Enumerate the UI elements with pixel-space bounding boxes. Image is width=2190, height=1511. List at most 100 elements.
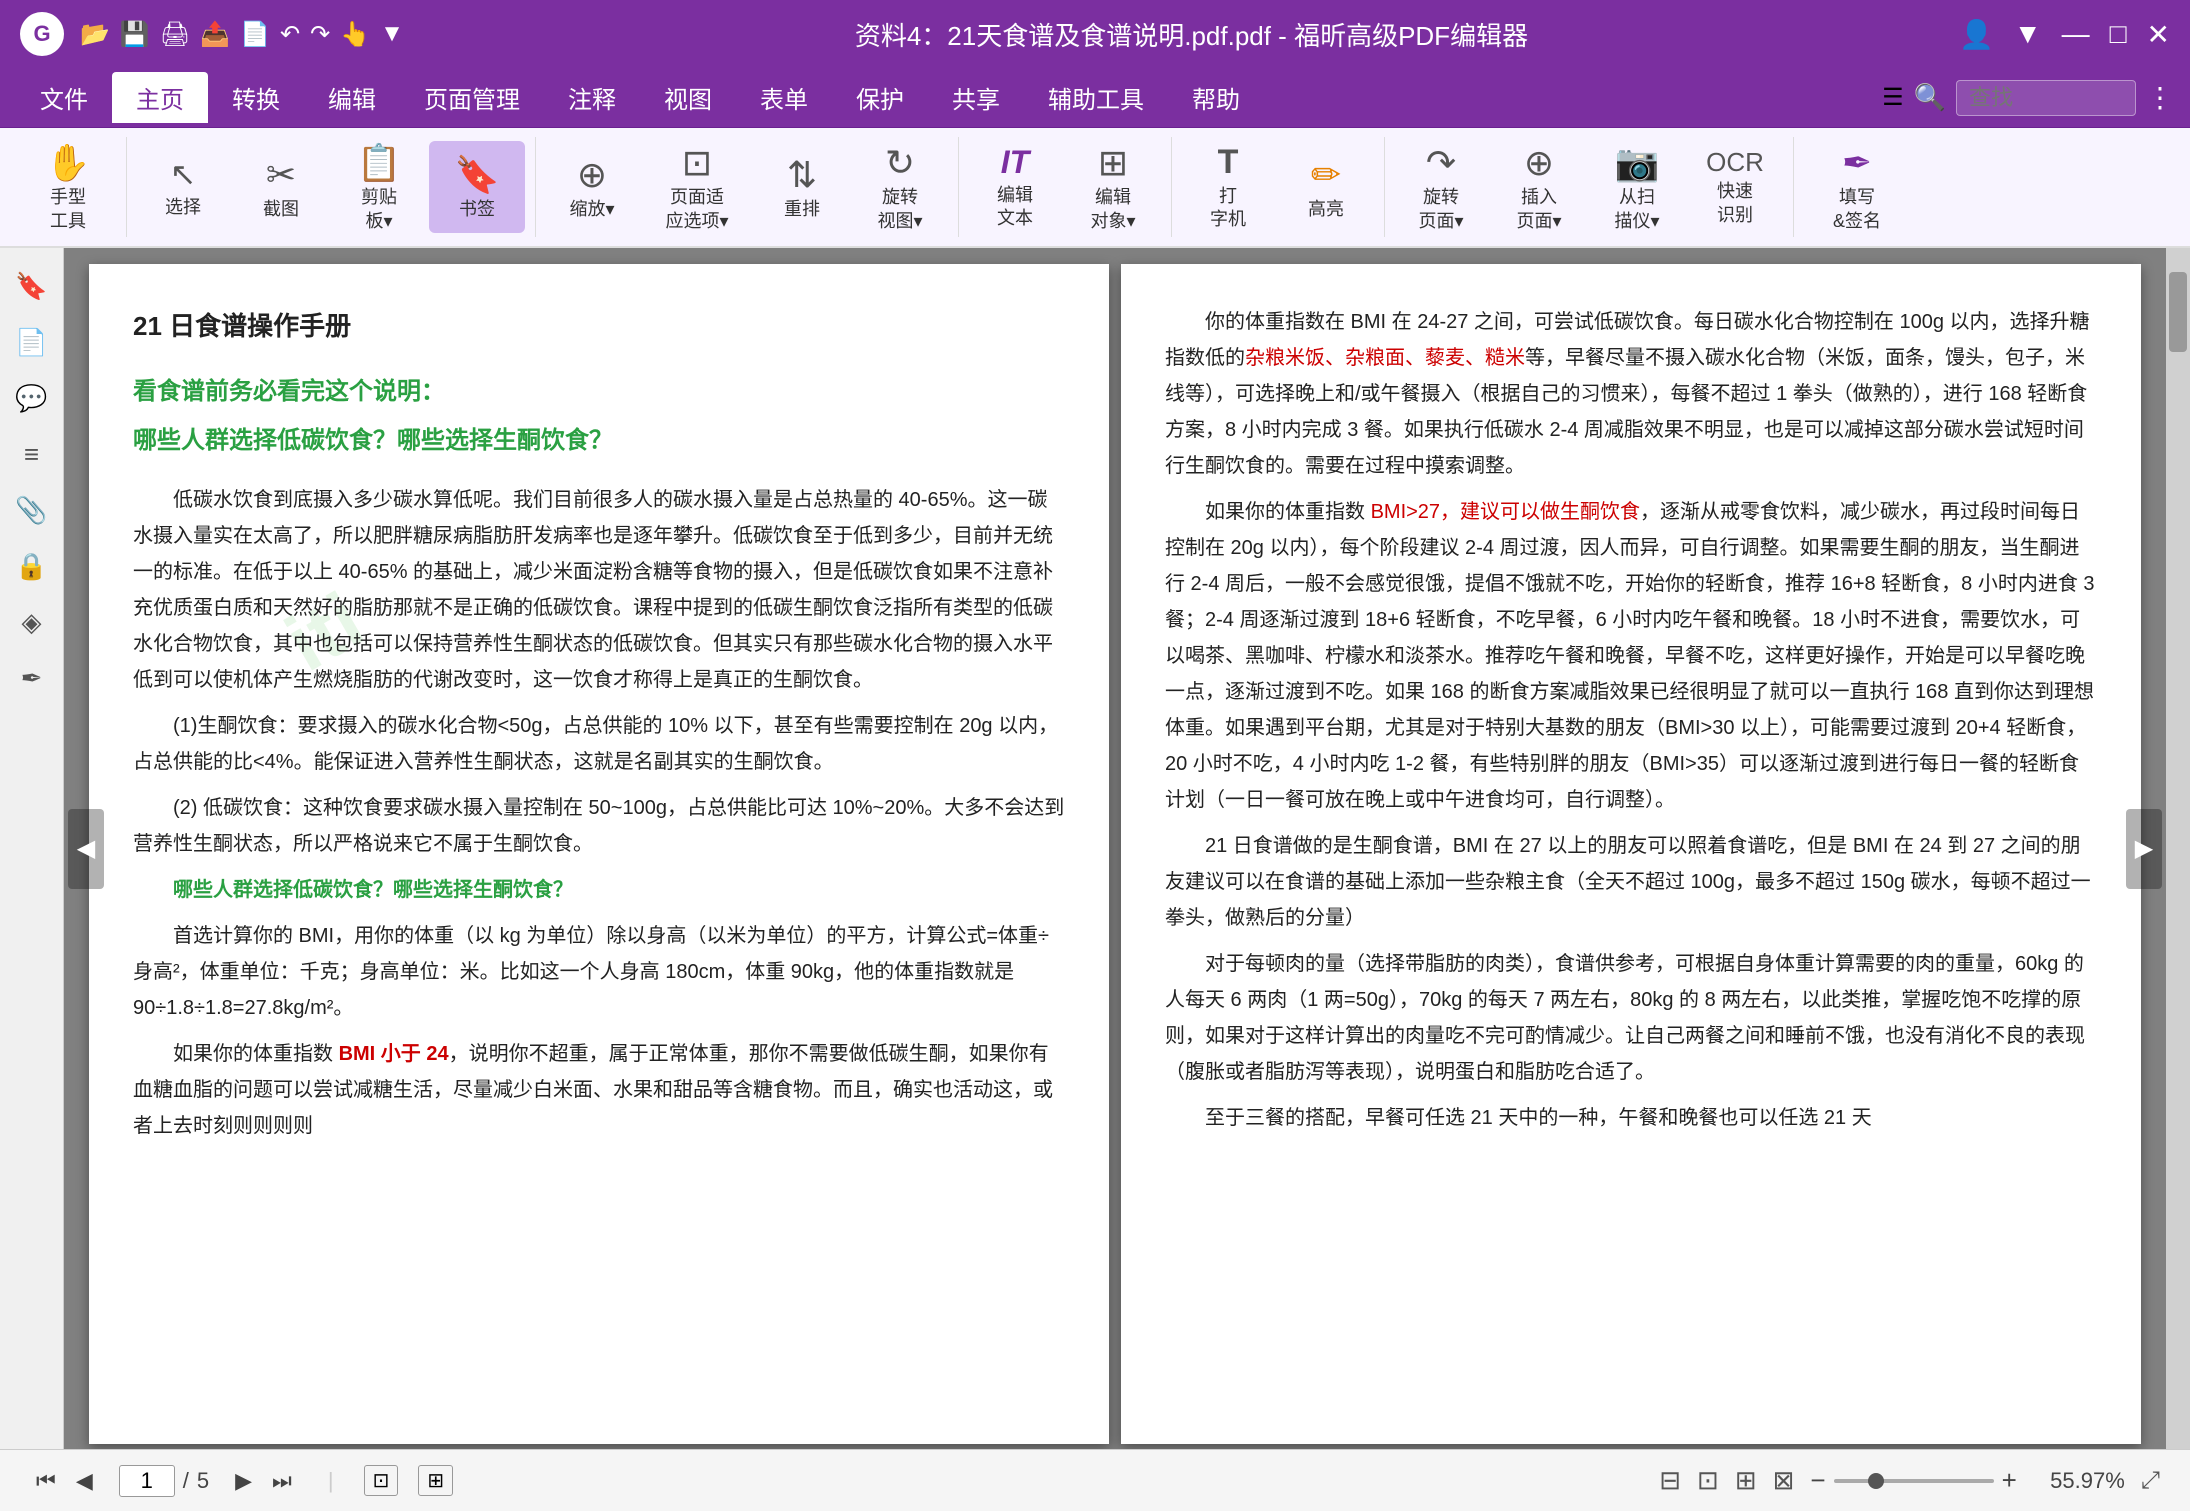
- page-nav-left[interactable]: ◀: [68, 809, 104, 889]
- left-para-2: (1)生酮饮食：要求摄入的碳水化合物<50g，占总供能的 10% 以下，甚至有些…: [133, 708, 1065, 780]
- fullscreen-btn[interactable]: ⤢: [2141, 1467, 2160, 1495]
- rotate-view-btn[interactable]: ↻ 旋转视图▾: [852, 141, 948, 233]
- hand-tool-btn[interactable]: ✋ 手型工具: [20, 141, 116, 233]
- extract-page-btn[interactable]: ⊡: [364, 1465, 399, 1496]
- touch-icon[interactable]: 👆: [340, 20, 370, 49]
- two-page-btn[interactable]: ⊞: [1735, 1465, 1757, 1496]
- menu-file[interactable]: 文件: [16, 72, 112, 123]
- toolbar-group-sign: ✒ 填写&签名: [1802, 137, 1922, 237]
- left-para-1: 低碳水饮食到底摄入多少碳水算低呢。我们目前很多人的碳水摄入量是占总热量的 40-…: [133, 482, 1065, 698]
- print-icon[interactable]: 🖨: [160, 20, 190, 49]
- bookmark-icon: 🔖: [455, 153, 500, 196]
- zoom-in-btn[interactable]: +: [2002, 1465, 2017, 1496]
- page-nav-right[interactable]: ▶: [2126, 809, 2162, 889]
- file-open-icon[interactable]: 📂: [80, 20, 110, 49]
- sidebar-icon-attachment[interactable]: 📎: [10, 488, 54, 532]
- menu-list-icon[interactable]: ☰: [1882, 83, 1904, 112]
- maximize-btn[interactable]: □: [2110, 18, 2127, 50]
- account-dropdown-icon[interactable]: ▼: [2014, 18, 2042, 50]
- menu-share[interactable]: 共享: [928, 72, 1024, 123]
- menu-home[interactable]: 主页: [112, 72, 208, 123]
- menu-help[interactable]: 帮助: [1168, 72, 1264, 123]
- continuous-btn[interactable]: ⊡: [1697, 1465, 1719, 1496]
- sidebar-icon-sign[interactable]: ✒: [10, 656, 54, 700]
- fill-sign-btn[interactable]: ✒ 填写&签名: [1802, 141, 1912, 233]
- menu-annotate[interactable]: 注释: [544, 72, 640, 123]
- insert-page-status-btn[interactable]: ⊞: [418, 1465, 453, 1496]
- rotate-page-btn[interactable]: ↷ 旋转页面▾: [1393, 141, 1489, 233]
- clipboard-btn[interactable]: 📋 剪贴板▾: [331, 141, 427, 233]
- insert-page-btn[interactable]: ⊕ 插入页面▾: [1491, 141, 1587, 233]
- main-area: 🔖 📄 💬 ≡ 📎 🔒 ◈ ✒ ◀ iti 21 日食谱操作手册 看食谱前务必看…: [0, 248, 2190, 1449]
- close-btn[interactable]: ✕: [2147, 18, 2170, 51]
- scan-label: 从扫描仪▾: [1614, 186, 1659, 233]
- grain-types: 杂粮米饭、杂粮面、藜麦、糙米: [1245, 347, 1525, 369]
- typewriter-btn[interactable]: T 打字机: [1180, 141, 1276, 233]
- bookmark-label: 书签: [459, 198, 495, 221]
- zoom-slider[interactable]: [1834, 1479, 1994, 1483]
- sidebar-icon-layers[interactable]: ≡: [10, 432, 54, 476]
- sidebar-icon-lock[interactable]: 🔒: [10, 544, 54, 588]
- menu-page-management[interactable]: 页面管理: [400, 72, 544, 123]
- rotate-view-icon: ↻: [885, 141, 915, 184]
- left-section-question: 哪些人群选择低碳饮食？哪些选择生酮饮食？: [133, 421, 1065, 462]
- fill-sign-icon: ✒: [1842, 141, 1872, 184]
- redo-icon[interactable]: ↷: [310, 20, 330, 49]
- edit-text-btn[interactable]: IT 编辑文本: [967, 141, 1063, 233]
- dropdown-icon[interactable]: ▼: [380, 20, 404, 48]
- menu-convert[interactable]: 转换: [208, 72, 304, 123]
- sidebar-icon-bookmark[interactable]: 🔖: [10, 264, 54, 308]
- next-page-btn[interactable]: ▶: [229, 1466, 258, 1496]
- edit-obj-btn[interactable]: ⊞ 编辑对象▾: [1065, 141, 1161, 233]
- right-scrollbar[interactable]: [2166, 248, 2190, 1449]
- minimize-btn[interactable]: —: [2062, 18, 2090, 50]
- left-para-6: 如果你的体重指数 BMI 小于 24，说明你不超重，属于正常体重，那你不需要做低…: [133, 1036, 1065, 1144]
- sidebar-icon-comment[interactable]: 💬: [10, 376, 54, 420]
- menu-more-icon[interactable]: ⋮: [2146, 81, 2174, 114]
- menu-bar: 文件 主页 转换 编辑 页面管理 注释 视图 表单 保护 共享 辅助工具 帮助 …: [0, 68, 2190, 128]
- left-para-4: 哪些人群选择低碳饮食？哪些选择生酮饮食？: [133, 872, 1065, 908]
- highlight-btn[interactable]: ✏ 高亮: [1278, 141, 1374, 233]
- last-page-btn[interactable]: ⏭: [266, 1466, 298, 1496]
- menu-forms[interactable]: 表单: [736, 72, 832, 123]
- prev-page-btn[interactable]: ◀: [70, 1466, 99, 1496]
- zoom-btn[interactable]: ⊕ 缩放▾: [544, 141, 640, 233]
- search-input[interactable]: [1956, 80, 2136, 116]
- new-icon[interactable]: 📄: [240, 20, 270, 49]
- first-page-btn[interactable]: ⏮: [30, 1466, 62, 1496]
- menu-protect[interactable]: 保护: [832, 72, 928, 123]
- fit-page-btn[interactable]: ⊡ 页面适应选项▾: [642, 141, 752, 233]
- menu-tools[interactable]: 辅助工具: [1024, 72, 1168, 123]
- scroll-thumb[interactable]: [2169, 272, 2187, 352]
- quick-tools: 📂 💾 🖨 📤 📄 ↶ ↷ 👆 ▼: [80, 20, 404, 49]
- rotate-view-label: 旋转视图▾: [877, 186, 922, 233]
- zoom-out-btn[interactable]: −: [1810, 1465, 1825, 1496]
- edit-obj-icon: ⊞: [1098, 141, 1128, 184]
- search-icon[interactable]: 🔍: [1914, 82, 1946, 113]
- save-icon[interactable]: 💾: [120, 20, 150, 49]
- menu-edit[interactable]: 编辑: [304, 72, 400, 123]
- account-icon[interactable]: 👤: [1959, 18, 1994, 51]
- two-page-continuous-btn[interactable]: ⊠: [1773, 1465, 1795, 1496]
- page-input[interactable]: [119, 1465, 175, 1497]
- undo-icon[interactable]: ↶: [280, 20, 300, 49]
- hand-tool-label: 手型工具: [50, 186, 86, 233]
- scan-btn[interactable]: 📷 从扫描仪▾: [1589, 141, 1685, 233]
- reflow-btn[interactable]: ⇅ 重排: [754, 141, 850, 233]
- select-btn[interactable]: ↖ 选择: [135, 141, 231, 233]
- bookmark-btn[interactable]: 🔖 书签: [429, 141, 525, 233]
- sidebar-icon-page[interactable]: 📄: [10, 320, 54, 364]
- toolbar-group-page: ↷ 旋转页面▾ ⊕ 插入页面▾ 📷 从扫描仪▾ OCR 快速识别: [1393, 137, 1794, 237]
- bmi-large-label: BMI>27，建议可以做生酮饮食: [1371, 501, 1640, 523]
- view-buttons: ⊟ ⊡ ⊞ ⊠ − + 55.97% ⤢: [1659, 1465, 2160, 1496]
- page-spread: iti 21 日食谱操作手册 看食谱前务必看完这个说明： 哪些人群选择低碳饮食？…: [89, 264, 2141, 1433]
- screenshot-btn[interactable]: ✂ 截图: [233, 141, 329, 233]
- edit-text-icon: IT: [1001, 143, 1029, 181]
- sidebar-icon-stamp[interactable]: ◈: [10, 600, 54, 644]
- left-page-title: 21 日食谱操作手册: [133, 304, 1065, 348]
- single-page-btn[interactable]: ⊟: [1659, 1465, 1681, 1496]
- ocr-btn[interactable]: OCR 快速识别: [1687, 141, 1783, 233]
- left-para-3: (2) 低碳饮食：这种饮食要求碳水摄入量控制在 50~100g，占总供能比可达 …: [133, 790, 1065, 862]
- menu-view[interactable]: 视图: [640, 72, 736, 123]
- save-as-icon[interactable]: 📤: [200, 20, 230, 49]
